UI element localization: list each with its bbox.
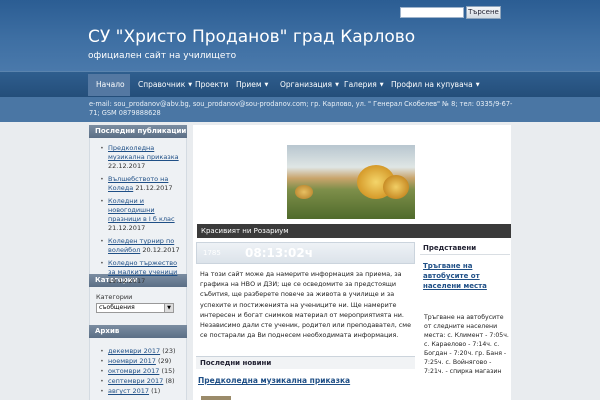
archive-link[interactable]: август 2017: [108, 387, 149, 395]
search-input[interactable]: [400, 7, 464, 18]
post-link[interactable]: Коледно тържество за малките ученици: [108, 259, 177, 276]
categories-selected-value: съобщения: [99, 304, 135, 311]
clock-time: 08:13:02ч: [245, 246, 313, 260]
chevron-down-icon: ▼: [264, 82, 269, 88]
main-content: Красивият ни Розариум 1785 08:13:02ч На …: [193, 125, 511, 400]
categories-label: Категории: [96, 293, 133, 301]
archive-count: (1): [151, 387, 161, 395]
left-sidebar: Последни публикации Предколедна музикалн…: [89, 125, 187, 400]
archive-heading: Архив: [89, 325, 187, 338]
nav-item-gallery[interactable]: Галерия ▼: [336, 74, 384, 96]
nav-item-buyer-profile[interactable]: Профил на купувача ▼: [383, 74, 480, 96]
categories-panel: Категории съобщения ▼: [89, 287, 187, 325]
archive-list: декември 2017 (23) ноември 2017 (29) окт…: [89, 338, 187, 400]
news-thumbnail: [201, 396, 231, 400]
post-date: 19.12.2017: [108, 277, 146, 285]
post-date: 21.12.2017: [108, 224, 146, 232]
nav-item-label: Прием: [236, 80, 262, 89]
list-item: Предколедна музикална приказка 22.12.201…: [100, 144, 186, 171]
rose-flower: [383, 175, 409, 199]
nav-item-label: Начало: [96, 80, 125, 89]
clock-time-value: 08:13:02: [245, 246, 305, 260]
archive-count: (15): [161, 367, 175, 375]
nav-item-label: Профил на купувача: [391, 80, 473, 89]
list-item: септември 2017 (8): [100, 376, 186, 386]
slide-image: [287, 145, 415, 219]
list-item: декември 2017 (23): [100, 346, 186, 356]
nav-item-label: Справочник: [138, 80, 186, 89]
search-button[interactable]: Търсене: [466, 6, 501, 19]
news-item-link[interactable]: Предколедна музикална приказка: [198, 376, 350, 385]
nav-item-reference[interactable]: Справочник ▼: [130, 74, 192, 96]
rose-flower: [295, 185, 313, 199]
recent-posts-list: Предколедна музикална приказка 22.12.201…: [89, 138, 187, 285]
recent-posts-heading: Последни публикации: [89, 125, 187, 138]
clock-date: 1785: [203, 249, 221, 257]
latest-news-heading: Последни новини: [196, 356, 415, 369]
list-item: октомври 2017 (15): [100, 366, 186, 376]
archive-link[interactable]: октомври 2017: [108, 367, 159, 375]
nav-item-admission[interactable]: Прием ▼: [228, 74, 272, 96]
featured-panel: Представени Тръгване на автобусите от на…: [420, 242, 510, 400]
right-sidebar: [515, 125, 600, 400]
clock-widget: 1785 08:13:02ч: [196, 242, 415, 264]
archive-link[interactable]: декември 2017: [108, 347, 160, 355]
contact-info: e-mail: sou_prodanov@abv.bg, sou_prodano…: [89, 100, 513, 117]
site-title[interactable]: СУ "Христо Проданов" град Карлово: [88, 27, 415, 47]
archive-link[interactable]: септември 2017: [108, 377, 163, 385]
contact-strip: e-mail: sou_prodanov@abv.bg, sou_prodano…: [0, 97, 600, 122]
nav-item-projects[interactable]: Проекти: [187, 74, 228, 96]
nav-item-label: Галерия: [344, 80, 377, 89]
featured-text: Тръгване на автобусите от следните насел…: [424, 314, 509, 375]
nav-item-label: Организация: [280, 80, 333, 89]
nav-item-label: Проекти: [195, 80, 229, 89]
categories-select[interactable]: съобщения ▼: [96, 303, 174, 313]
post-link[interactable]: Предколедна музикална приказка: [108, 144, 179, 161]
site-subtitle: официален сайт на училището: [88, 51, 237, 61]
archive-count: (29): [158, 357, 172, 365]
post-date: 22.12.2017: [108, 162, 146, 170]
post-date: 21.12.2017: [135, 184, 173, 192]
featured-heading: Представени: [420, 242, 510, 255]
welcome-text: На този сайт може да намерите информация…: [200, 270, 412, 340]
list-item: август 2017 (1): [100, 386, 186, 396]
list-item: Коледен турнир по волейбол 20.12.2017: [100, 237, 186, 255]
clock-time-suffix: ч: [304, 246, 313, 260]
post-link[interactable]: Коледни и новогодишни празници в I б кла…: [108, 197, 175, 223]
archive-count: (23): [162, 347, 176, 355]
welcome-panel: 1785 08:13:02ч На този сайт може да наме…: [196, 242, 415, 352]
nav-item-organization[interactable]: Организация ▼: [272, 74, 339, 96]
list-item: Коледни и новогодишни празници в I б кла…: [100, 197, 186, 233]
nav-item-home[interactable]: Начало: [88, 74, 130, 96]
list-item: ноември 2017 (29): [100, 356, 186, 366]
chevron-down-icon: ▼: [475, 82, 480, 88]
featured-link[interactable]: Тръгване на автобусите от населени места: [423, 261, 510, 291]
archive-link[interactable]: ноември 2017: [108, 357, 156, 365]
site-header: Търсене СУ "Христо Проданов" град Карлов…: [0, 0, 600, 71]
post-date: 20.12.2017: [142, 246, 180, 254]
image-slider[interactable]: Красивият ни Розариум: [195, 127, 511, 238]
list-item: Коледно тържество за малките ученици 19.…: [100, 259, 186, 286]
archive-count: (8): [165, 377, 175, 385]
slide-caption: Красивият ни Розариум: [197, 224, 511, 238]
main-nav: Начало Справочник ▼ Проекти Прием ▼ Органи…: [0, 71, 600, 97]
list-item: Вълшебството на Коледа 21.12.2017: [100, 175, 186, 193]
chevron-down-icon: ▼: [164, 304, 173, 312]
